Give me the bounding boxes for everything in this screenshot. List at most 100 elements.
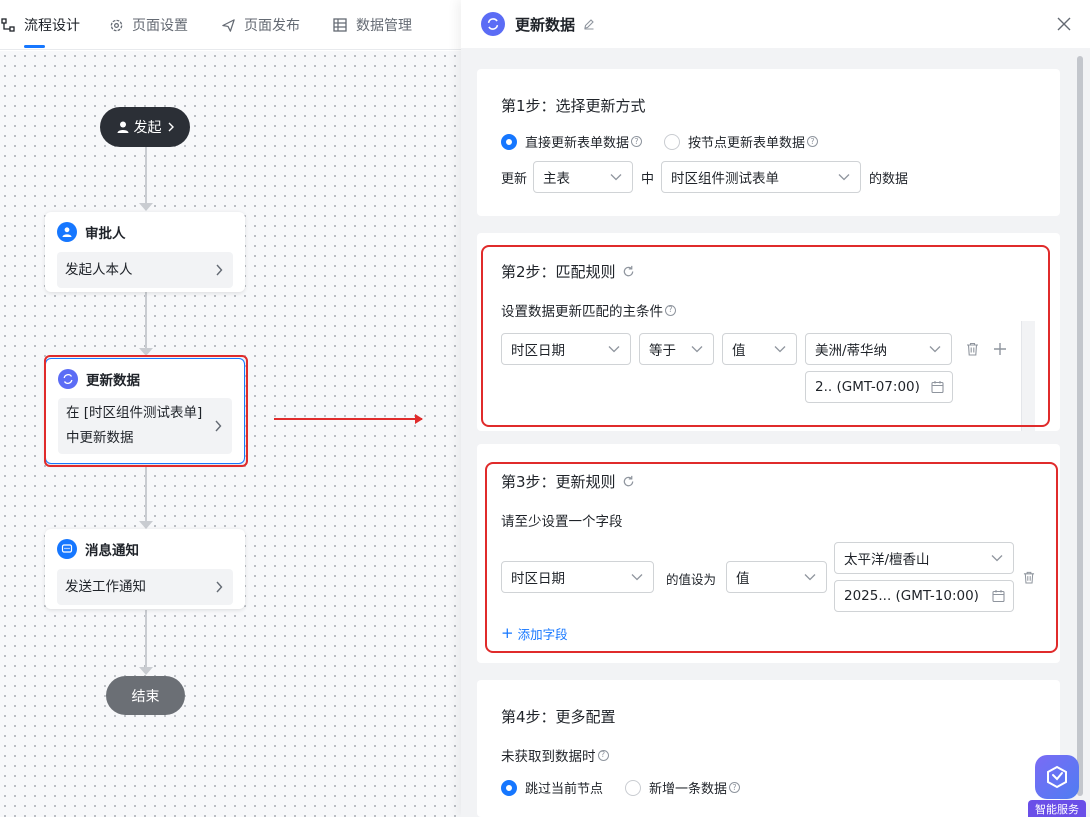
panel-scrollbar[interactable] <box>1076 56 1084 817</box>
tab-page-settings[interactable]: 页面设置 <box>108 0 188 50</box>
form-select[interactable]: 时区组件测试表单 <box>661 161 861 193</box>
chevron-right-icon <box>215 581 223 593</box>
plus-icon: + <box>501 624 514 642</box>
connector-arrow <box>139 521 153 529</box>
chevron-down-icon <box>691 345 703 353</box>
help-icon[interactable]: ? <box>729 782 741 793</box>
step4-subtitle: 未获取到数据时 <box>501 749 596 765</box>
panel-title: 更新数据 <box>515 15 576 34</box>
select-value: 主表 <box>543 171 570 187</box>
step4-subtitle-row: 未获取到数据时 ? <box>501 745 609 765</box>
tab-flow-design[interactable]: 流程设计 <box>0 0 80 50</box>
message-icon <box>57 539 77 559</box>
add-condition-icon[interactable] <box>991 340 1009 358</box>
connector-line <box>145 467 147 521</box>
date-value: 2.. (GMT-07:00) <box>815 379 920 395</box>
assistant-label: 智能服务 <box>1028 800 1086 817</box>
tab-label: 数据管理 <box>356 18 412 34</box>
table-select[interactable]: 主表 <box>533 161 633 193</box>
node-description: 发送工作通知 <box>65 579 146 595</box>
calendar-icon <box>931 381 944 394</box>
update-field-select[interactable]: 时区日期 <box>501 561 654 593</box>
step3-title: 第3步：更新规则 <box>501 473 616 491</box>
refresh-icon[interactable] <box>622 475 635 488</box>
tab-label: 流程设计 <box>24 18 80 34</box>
select-value: 时区日期 <box>511 571 565 587</box>
update-timezone-select[interactable]: 太平洋/檀香山 <box>834 542 1014 574</box>
step2-subtitle-row: 设置数据更新匹配的主条件 ? <box>501 300 676 320</box>
notification-node[interactable]: 消息通知 发送工作通知 <box>45 529 245 609</box>
delete-icon[interactable] <box>1020 568 1038 586</box>
start-node[interactable]: 发起 <box>100 107 190 147</box>
help-icon[interactable]: ? <box>807 136 819 147</box>
tab-data-management[interactable]: 数据管理 <box>332 0 412 50</box>
chevron-down-icon <box>608 345 620 353</box>
help-icon[interactable]: ? <box>631 136 643 147</box>
update-date-picker[interactable]: 2025... (GMT-10:00) <box>834 580 1014 612</box>
approver-node[interactable]: 审批人 发起人本人 <box>45 212 245 292</box>
end-node[interactable]: 结束 <box>106 676 185 715</box>
radio-skip-node[interactable]: 跳过当前节点 <box>501 778 603 797</box>
approver-icon <box>57 222 77 242</box>
node-description: 发起人本人 <box>65 262 133 278</box>
radio-add-record[interactable]: 新增一条数据 ? <box>625 778 741 797</box>
tab-label: 页面设置 <box>132 18 188 34</box>
select-value: 时区组件测试表单 <box>671 171 779 187</box>
connector-arrow <box>139 348 153 356</box>
radio-update-by-node[interactable]: 按节点更新表单数据 ? <box>664 132 819 151</box>
update-value-type-select[interactable]: 值 <box>726 561 827 593</box>
assistant-icon <box>1035 755 1079 799</box>
help-icon[interactable]: ? <box>665 304 676 316</box>
connector-line <box>145 292 147 348</box>
close-icon[interactable] <box>1054 14 1074 34</box>
step2-subtitle: 设置数据更新匹配的主条件 <box>501 304 663 320</box>
designer-tabs: 流程设计 页面设置 页面发布 数据管理 <box>0 0 461 50</box>
chevron-down-icon <box>804 573 816 581</box>
tab-page-publish[interactable]: 页面发布 <box>220 0 300 50</box>
operator-select[interactable]: 等于 <box>639 333 714 365</box>
edit-icon[interactable] <box>583 18 595 30</box>
chevron-right-icon <box>214 420 222 432</box>
delete-icon[interactable] <box>963 340 981 358</box>
connector-arrow <box>139 667 153 675</box>
radio-label: 跳过当前节点 <box>525 782 604 797</box>
radio-unchecked <box>625 779 642 796</box>
node-description-line2: 中更新数据 <box>66 430 134 446</box>
table-icon <box>332 17 348 33</box>
value-type-select[interactable]: 值 <box>722 333 797 365</box>
update-suffix: 的数据 <box>869 172 909 187</box>
chevron-right-icon <box>167 122 175 132</box>
smart-service-button[interactable]: 智能服务 <box>1026 755 1088 817</box>
step1-card: 第1步：选择更新方式 直接更新表单数据 ? 按节点更新表单数据 ? 更新 主表 … <box>477 69 1060 216</box>
sync-icon <box>58 369 78 389</box>
step2-title-row: 第2步：匹配规则 <box>501 261 635 282</box>
update-mode-radio-group: 直接更新表单数据 ? 按节点更新表单数据 ? <box>501 132 840 151</box>
tab-label: 页面发布 <box>244 18 300 34</box>
send-icon <box>220 17 236 33</box>
chevron-down-icon <box>631 573 643 581</box>
scrollbar-thumb[interactable] <box>1077 56 1083 796</box>
update-data-node[interactable]: 更新数据 在 [时区组件测试表单] 中更新数据 <box>45 358 245 464</box>
help-icon[interactable]: ? <box>597 749 609 761</box>
chevron-down-icon <box>838 173 850 181</box>
radio-checked <box>501 133 517 150</box>
select-value: 太平洋/檀香山 <box>844 552 930 568</box>
date-picker[interactable]: 2.. (GMT-07:00) <box>805 371 953 403</box>
step2-title: 第2步：匹配规则 <box>501 263 616 281</box>
start-label: 发起 <box>133 120 162 136</box>
chevron-down-icon <box>991 554 1003 562</box>
update-prefix: 更新 <box>501 172 528 187</box>
timezone-select[interactable]: 美洲/蒂华纳 <box>805 333 952 365</box>
select-value: 值 <box>736 571 750 587</box>
gear-icon <box>108 17 124 33</box>
select-value: 值 <box>732 343 746 359</box>
radio-label: 新增一条数据 <box>649 782 728 797</box>
add-field-button[interactable]: + 添加字段 <box>501 624 568 643</box>
refresh-icon[interactable] <box>622 265 635 278</box>
radio-checked <box>501 779 517 796</box>
step1-title: 第1步：选择更新方式 <box>501 97 646 115</box>
radio-direct-update[interactable]: 直接更新表单数据 ? <box>501 132 643 151</box>
chevron-down-icon <box>610 173 622 181</box>
condition-field-select[interactable]: 时区日期 <box>501 333 631 365</box>
condition-scrollbar[interactable] <box>1021 321 1035 431</box>
